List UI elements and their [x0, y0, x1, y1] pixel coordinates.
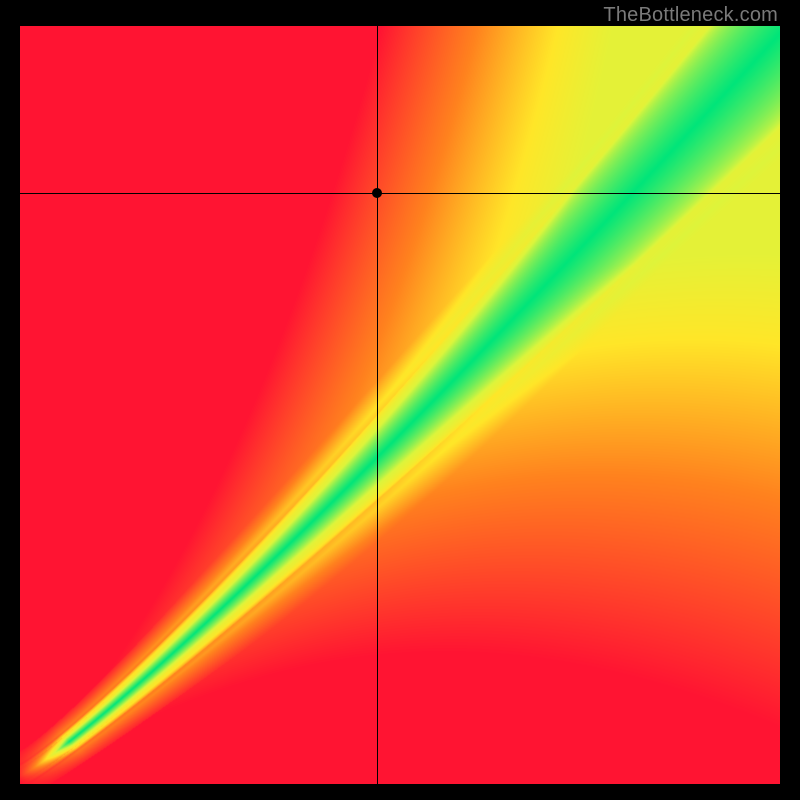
crosshair-vertical — [377, 26, 378, 784]
crosshair-horizontal — [20, 193, 780, 194]
watermark-text: TheBottleneck.com — [603, 4, 778, 27]
heatmap-canvas — [20, 26, 780, 784]
crosshair-marker — [372, 188, 382, 198]
heatmap-plot — [20, 26, 780, 784]
